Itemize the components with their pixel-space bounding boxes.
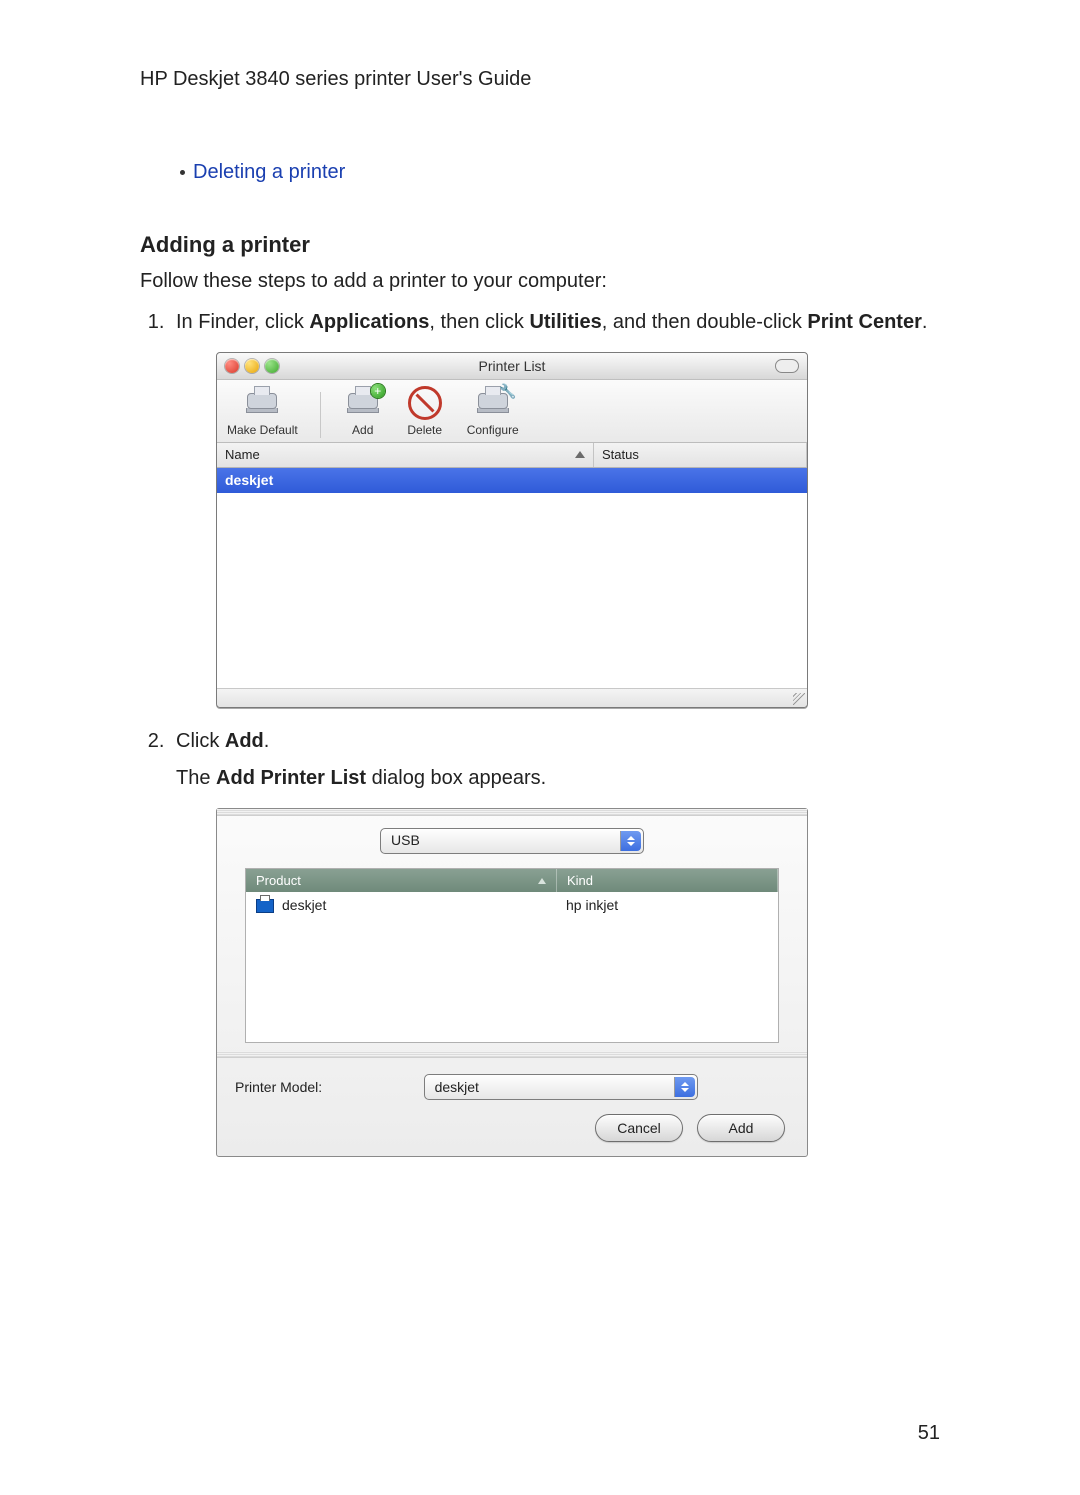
- window-footer: [217, 689, 807, 707]
- toolbar: Make Default + Add Delete 🔧 Configure: [217, 380, 807, 443]
- printer-model-value: deskjet: [435, 1078, 479, 1097]
- connection-type-value: USB: [391, 831, 420, 850]
- column-kind[interactable]: Kind: [557, 869, 778, 893]
- window-titlebar[interactable]: Printer List: [217, 353, 807, 380]
- toc-item[interactable]: Deleting a printer: [180, 161, 940, 184]
- make-default-button[interactable]: Make Default: [227, 386, 298, 438]
- step-2: Click Add. The Add Printer List dialog b…: [170, 728, 940, 1158]
- column-name[interactable]: Name: [217, 443, 594, 467]
- toc-link-label: Deleting a printer: [193, 161, 345, 184]
- popup-arrows-icon: [620, 831, 641, 851]
- column-status[interactable]: Status: [594, 443, 807, 467]
- add-button[interactable]: Add: [697, 1114, 785, 1142]
- page-number: 51: [918, 1422, 940, 1445]
- doc-header: HP Deskjet 3840 series printer User's Gu…: [140, 68, 940, 91]
- sort-asc-icon: [575, 451, 585, 458]
- step-1: In Finder, click Applications, then clic…: [170, 309, 940, 708]
- plus-icon: +: [371, 384, 385, 398]
- printer-row-selected[interactable]: deskjet: [217, 468, 807, 493]
- kind-value: hp inkjet: [556, 892, 778, 919]
- sheet-divider: [217, 1051, 807, 1058]
- popup-arrows-icon: [674, 1077, 695, 1097]
- list-header: Name Status: [217, 443, 807, 468]
- add-printer-dialog: USB Product Kind: [216, 808, 808, 1158]
- intro-text: Follow these steps to add a printer to y…: [140, 268, 940, 295]
- wrench-icon: 🔧: [499, 382, 516, 401]
- printer-list-window: Printer List Make Default + Add: [216, 352, 808, 708]
- toolbar-toggle-icon[interactable]: [775, 359, 799, 373]
- prohibit-icon: [408, 386, 442, 420]
- available-printers-table: Product Kind deskjet: [245, 868, 779, 1044]
- delete-printer-button[interactable]: Delete: [405, 386, 445, 438]
- bullet-icon: [180, 170, 185, 175]
- sheet-top-ridge: [217, 809, 807, 816]
- connection-type-popup[interactable]: USB: [380, 828, 644, 854]
- add-printer-button[interactable]: + Add: [343, 386, 383, 438]
- table-row[interactable]: deskjet hp inkjet: [246, 892, 778, 919]
- column-product[interactable]: Product: [246, 869, 557, 893]
- sort-asc-icon: [538, 878, 546, 884]
- configure-printer-button[interactable]: 🔧 Configure: [467, 386, 519, 438]
- separator-icon: [320, 392, 321, 438]
- product-name: deskjet: [282, 896, 326, 915]
- cancel-button[interactable]: Cancel: [595, 1114, 683, 1142]
- window-title: Printer List: [217, 357, 807, 376]
- printer-icon: [256, 899, 274, 913]
- section-heading: Adding a printer: [140, 232, 940, 258]
- printer-list-body[interactable]: deskjet: [217, 468, 807, 689]
- resize-grip-icon[interactable]: [793, 693, 805, 705]
- printer-model-label: Printer Model:: [235, 1078, 322, 1097]
- printer-model-popup[interactable]: deskjet: [424, 1074, 698, 1100]
